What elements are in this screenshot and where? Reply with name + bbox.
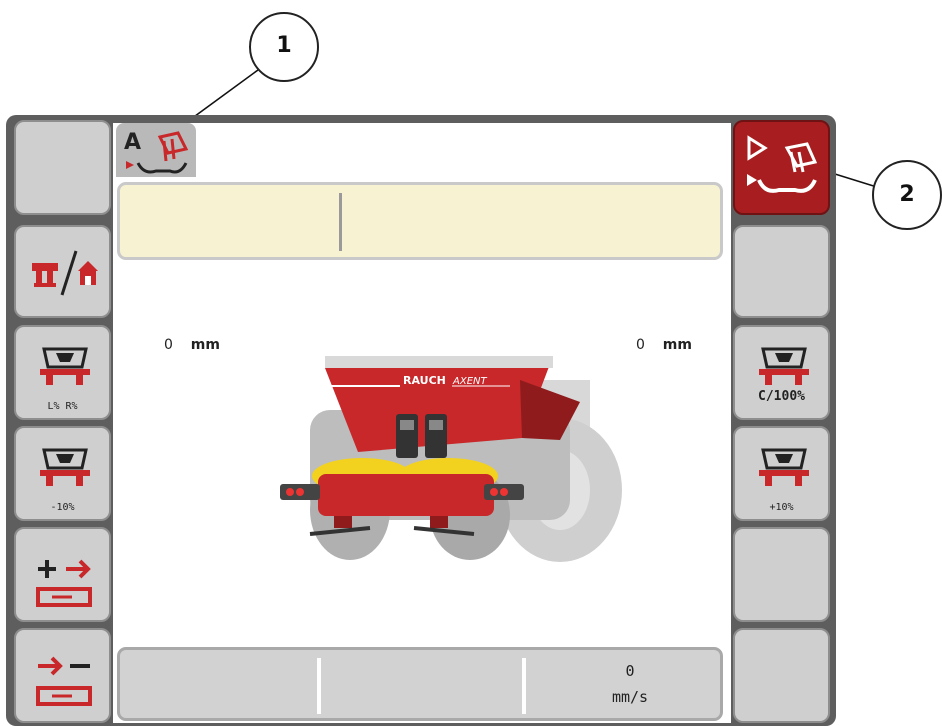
spreader-decrease-icon	[40, 448, 90, 486]
status-divider-2	[522, 658, 526, 714]
remove-section-button[interactable]	[14, 628, 111, 723]
status-bar: 0 mm/s	[117, 647, 723, 721]
right-button-empty-2[interactable]	[733, 527, 830, 622]
left-button-empty[interactable]	[14, 120, 111, 215]
brand-label: RAUCH	[403, 374, 446, 387]
spreader-home-toggle-button[interactable]	[14, 225, 111, 318]
speed-unit: mm/s	[611, 688, 649, 706]
spreader-quantity-icon	[759, 347, 809, 385]
info-bar	[117, 182, 723, 260]
decrease-10-label: -10%	[50, 502, 75, 513]
left-width-value: 0	[164, 337, 173, 353]
add-section-button[interactable]	[14, 527, 111, 622]
auto-spreader-icon: A	[124, 130, 189, 174]
left-right-percent-label: L% R%	[47, 401, 78, 412]
left-width-readout: 0 mm	[164, 337, 220, 353]
svg-text:A: A	[124, 130, 141, 155]
info-bar-divider	[339, 193, 342, 251]
automatic-mode-tab[interactable]: A	[116, 123, 196, 177]
left-width-unit: mm	[190, 337, 220, 353]
spreader-home-icon	[32, 250, 98, 296]
quantity-100-label: C/100%	[758, 389, 805, 404]
arrow-minus-section-icon	[36, 656, 92, 706]
play-spreader-icon	[747, 135, 818, 193]
increase-10-label: +10%	[769, 502, 794, 513]
spreader-illustration: RAUCH AXENT	[280, 356, 622, 562]
right-button-empty-3[interactable]	[733, 628, 830, 723]
spreader-increase-icon	[759, 448, 809, 486]
decrease-10-button[interactable]: -10%	[14, 426, 111, 521]
speed-value: 0	[625, 662, 635, 680]
quantity-100-button[interactable]: C/100%	[733, 325, 830, 420]
start-spreading-button[interactable]	[733, 120, 830, 215]
right-button-empty-1[interactable]	[733, 225, 830, 318]
status-divider-1	[317, 658, 321, 714]
model-label: AXENT	[452, 376, 487, 387]
left-right-section-button[interactable]: L% R%	[14, 325, 111, 420]
callout-2-number: 2	[899, 182, 915, 207]
spreader-sections-icon	[40, 347, 90, 385]
increase-10-button[interactable]: +10%	[733, 426, 830, 521]
plus-arrow-section-icon	[36, 559, 92, 607]
